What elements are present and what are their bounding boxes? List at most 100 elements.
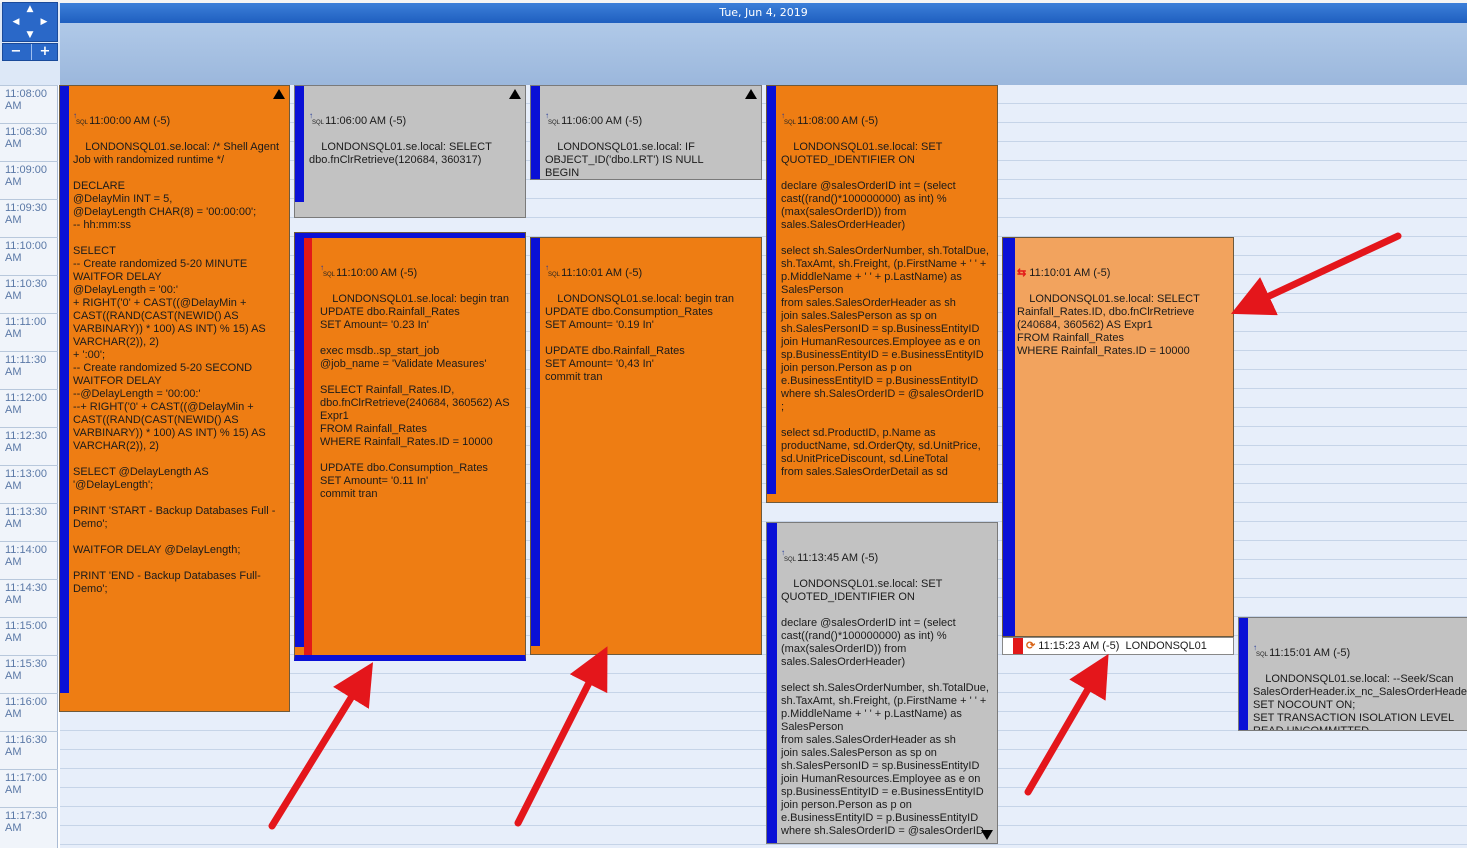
refresh-cycle-icon: ⟳ (1026, 640, 1036, 652)
time-slot-label: 11:14:00 AM (0, 541, 58, 579)
time-slot-label: 11:13:00 AM (0, 465, 58, 503)
event-header: SQL 11:15:01 AM (-5) (1253, 645, 1467, 660)
event-select-fnclrretrieve[interactable]: SQL 11:06:00 AM (-5) LONDONSQL01.se.loca… (294, 85, 526, 218)
time-slot-label: 11:09:00 AM (0, 161, 58, 199)
event-update-rainfall-rates[interactable]: SQL 11:10:00 AM (-5) LONDONSQL01.se.loca… (294, 232, 526, 661)
event-status-bar (295, 233, 304, 647)
time-label: 11:17:30 AM (5, 810, 48, 834)
sql-icon: SQL (320, 265, 335, 278)
event-header: ⇆ 11:10:01 AM (-5) (1017, 267, 1229, 280)
time-slot-label: 11:10:30 AM (0, 275, 58, 313)
sql-icon: SQL (545, 113, 560, 126)
time-slot-label: 11:11:00 AM (0, 313, 58, 351)
time-label: 11:14:30 AM (5, 582, 48, 606)
event-query-text: LONDONSQL01.se.local: begin tran UPDATE … (320, 293, 510, 500)
scroll-up-icon[interactable] (273, 89, 285, 99)
event-blocked-select-rainfall[interactable]: ⇆ 11:10:01 AM (-5) LONDONSQL01.se.local:… (1002, 237, 1234, 637)
time-label: 11:15:30 AM (5, 658, 48, 682)
time-slot-label: 11:12:30 AM (0, 427, 58, 465)
event-blocked-bar (304, 233, 312, 655)
event-sales-order-query[interactable]: SQL 11:08:00 AM (-5) LONDONSQL01.se.loca… (766, 85, 998, 503)
sql-icon: SQL (545, 265, 560, 278)
scroll-down-icon[interactable] (981, 830, 993, 840)
time-slot-label: 11:09:30 AM (0, 199, 58, 237)
event-time: 11:00:00 AM (-5) (89, 115, 171, 127)
event-time: 11:15:23 AM (-5) (1038, 640, 1120, 652)
time-slot-label: 11:17:30 AM (0, 807, 58, 845)
event-status-bar (767, 86, 776, 494)
event-header: SQL 11:00:00 AM (-5) (73, 113, 285, 128)
event-shell-agent-job[interactable]: SQL 11:00:00 AM (-5) LONDONSQL01.se.loca… (59, 85, 290, 712)
date-header: Tue, Jun 4, 2019 (60, 3, 1467, 23)
time-slot-label: 11:14:30 AM (0, 579, 58, 617)
time-slot-label: 11:12:00 AM (0, 389, 58, 427)
time-label: 11:09:30 AM (5, 202, 48, 226)
event-header: SQL 11:06:00 AM (-5) (309, 113, 521, 128)
event-header: SQL 11:08:00 AM (-5) (781, 113, 993, 128)
event-update-consumption-rates[interactable]: SQL 11:10:01 AM (-5) LONDONSQL01.se.loca… (530, 237, 762, 655)
time-slot-label: 11:08:00 AM (0, 85, 58, 123)
pan-right-icon[interactable]: ▶ (39, 18, 49, 27)
time-ruler: 11:08:00 AM 11:08:30 AM 11:09:00 AM 11:09:3… (0, 85, 58, 848)
event-query-text: LONDONSQL01.se.local: IF OBJECT_ID('dbo.… (545, 141, 704, 179)
event-status-bar (531, 238, 540, 646)
time-label: 11:13:00 AM (5, 468, 48, 492)
time-slot-label: 11:08:30 AM (0, 123, 58, 161)
event-query-text: LONDONSQL01.se.local: SELECT dbo.fnClrRe… (309, 141, 495, 166)
event-time: 11:10:01 AM (-5) (561, 267, 643, 279)
event-time: 11:06:00 AM (-5) (561, 115, 643, 127)
event-status-bar (1239, 618, 1248, 730)
time-label: 11:14:00 AM (5, 544, 48, 568)
pan-up-icon[interactable]: ▲ (25, 5, 35, 14)
sql-icon: SQL (73, 113, 88, 126)
event-status-bar (295, 86, 304, 202)
zoom-control: − + (2, 43, 58, 61)
event-header: SQL 11:10:00 AM (-5) (320, 265, 521, 280)
blocking-arrows-icon: ⇆ (1017, 267, 1027, 279)
time-label: 11:17:00 AM (5, 772, 48, 796)
time-slot-label: 11:13:30 AM (0, 503, 58, 541)
pan-down-icon[interactable]: ▼ (25, 31, 35, 40)
all-day-band (60, 23, 1467, 85)
time-label: 11:10:30 AM (5, 278, 48, 302)
event-sales-order-query-2[interactable]: SQL 11:13:45 AM (-5) LONDONSQL01.se.loca… (766, 522, 998, 844)
event-header: SQL 11:06:00 AM (-5) (545, 113, 757, 128)
sql-icon: SQL (781, 550, 796, 563)
pan-left-icon[interactable]: ◀ (11, 18, 21, 27)
event-time: 11:10:01 AM (-5) (1029, 267, 1111, 279)
time-label: 11:16:30 AM (5, 734, 48, 758)
event-query-text: LONDONSQL01.se.local: SELECT Rainfall_Ra… (1017, 293, 1200, 357)
event-query-text: LONDONSQL01 (1125, 640, 1207, 652)
event-header: SQL 11:13:45 AM (-5) (781, 550, 993, 565)
time-label: 11:11:00 AM (5, 316, 47, 340)
scroll-up-icon[interactable] (745, 89, 757, 99)
sql-icon: SQL (1253, 645, 1268, 658)
event-status-bar (1003, 238, 1015, 636)
time-slot-label: 11:17:00 AM (0, 769, 58, 807)
event-create-table-lrt[interactable]: SQL 11:06:00 AM (-5) LONDONSQL01.se.loca… (530, 85, 762, 180)
zoom-in-button[interactable]: + (31, 44, 58, 60)
time-label: 11:08:00 AM (5, 88, 48, 112)
event-short-londonsql[interactable]: ⟳ 11:15:23 AM (-5) LONDONSQL01 (1002, 637, 1234, 655)
event-time: 11:08:00 AM (-5) (797, 115, 879, 127)
time-label: 11:12:00 AM (5, 392, 48, 416)
event-query-text: LONDONSQL01.se.local: begin tran UPDATE … (545, 293, 734, 383)
time-label: 11:09:00 AM (5, 164, 48, 188)
event-time: 11:13:45 AM (-5) (797, 552, 879, 564)
sql-icon: SQL (309, 113, 324, 126)
time-slot-label: 11:15:00 AM (0, 617, 58, 655)
event-time: 11:10:00 AM (-5) (336, 267, 418, 279)
event-status-bar (767, 523, 777, 843)
time-label: 11:15:00 AM (5, 620, 48, 644)
event-time: 11:06:00 AM (-5) (325, 115, 407, 127)
zoom-out-button[interactable]: − (3, 44, 29, 60)
time-slot-label: 11:15:30 AM (0, 655, 58, 693)
pan-navigation-control[interactable]: ▲ ◀ ▶ ▼ (2, 2, 58, 42)
time-label: 11:11:30 AM (5, 354, 47, 378)
scroll-up-icon[interactable] (509, 89, 521, 99)
event-time: 11:15:01 AM (-5) (1269, 647, 1351, 659)
sql-icon: SQL (781, 113, 796, 126)
event-seek-scan-salesorderheader[interactable]: SQL 11:15:01 AM (-5) LONDONSQL01.se.loca… (1238, 617, 1467, 731)
time-label: 11:10:00 AM (5, 240, 48, 264)
time-slot-label: 11:16:00 AM (0, 693, 58, 731)
